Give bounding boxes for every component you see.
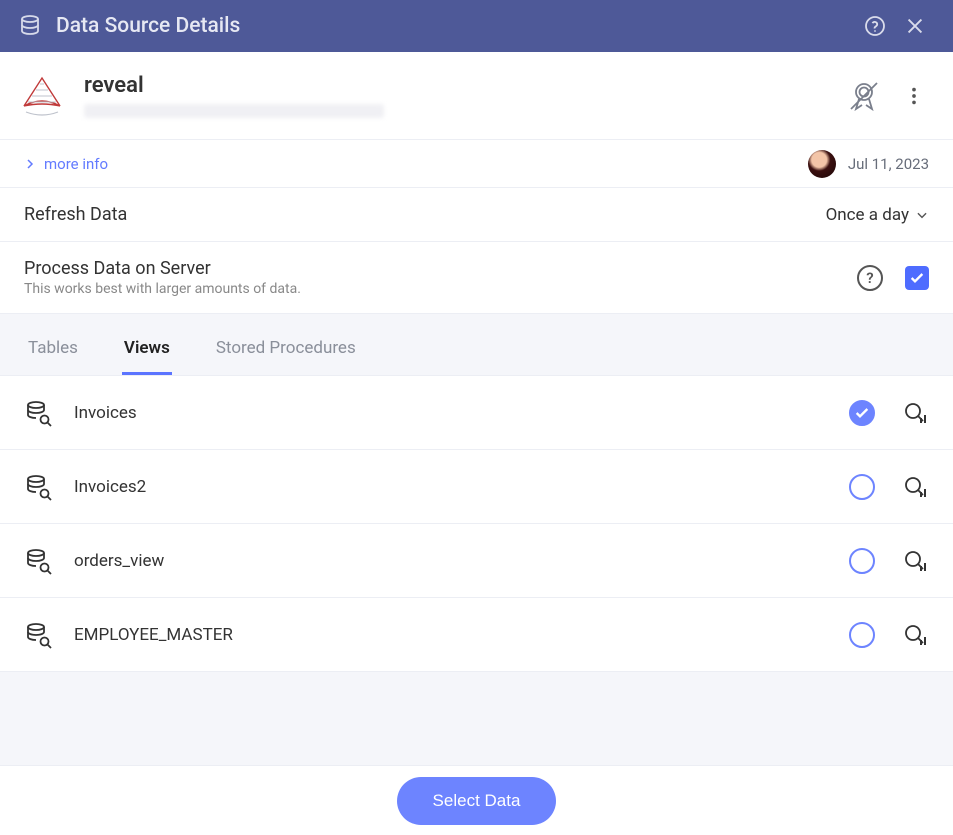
process-on-server-row: Process Data on Server This works best w… [0, 242, 953, 314]
view-name: Invoices [74, 403, 849, 423]
view-select-radio[interactable] [849, 622, 875, 648]
view-select-radio[interactable] [849, 548, 875, 574]
more-options-icon[interactable] [903, 85, 925, 107]
datasource-header: reveal [0, 52, 953, 140]
preview-data-icon[interactable] [901, 547, 929, 575]
refresh-value-dropdown[interactable]: Once a day [826, 205, 929, 225]
view-icon [24, 621, 52, 649]
view-row[interactable]: Invoices2 [0, 450, 953, 524]
view-select-radio[interactable] [849, 400, 875, 426]
help-icon[interactable] [855, 6, 895, 46]
view-name: orders_view [74, 551, 849, 571]
preview-data-icon[interactable] [901, 621, 929, 649]
datasource-connection-string [84, 104, 384, 118]
view-row[interactable]: orders_view [0, 524, 953, 598]
process-on-server-label: Process Data on Server [24, 258, 857, 279]
process-on-server-help-icon[interactable]: ? [857, 265, 883, 291]
view-icon [24, 473, 52, 501]
views-list: Invoices Invoices2 [0, 376, 953, 672]
process-on-server-sublabel: This works best with larger amounts of d… [24, 281, 857, 297]
view-row[interactable]: Invoices [0, 376, 953, 450]
preview-data-icon[interactable] [901, 399, 929, 427]
database-icon [18, 14, 42, 38]
process-on-server-checkbox[interactable] [905, 266, 929, 290]
tab-tables[interactable]: Tables [26, 320, 80, 375]
more-info-link[interactable]: more info [24, 155, 108, 173]
select-data-button[interactable]: Select Data [397, 777, 557, 825]
refresh-data-row[interactable]: Refresh Data Once a day [0, 188, 953, 242]
tab-views[interactable]: Views [122, 320, 172, 375]
footer: Select Data [0, 765, 953, 835]
view-select-radio[interactable] [849, 474, 875, 500]
tab-stored-procedures[interactable]: Stored Procedures [214, 320, 358, 375]
preview-data-icon[interactable] [901, 473, 929, 501]
datasource-name: reveal [84, 73, 384, 99]
view-icon [24, 399, 52, 427]
info-row: more info Jul 11, 2023 [0, 140, 953, 188]
creator-avatar[interactable] [808, 150, 836, 178]
certification-icon[interactable] [847, 79, 881, 113]
view-name: Invoices2 [74, 477, 849, 497]
dialog-title: Data Source Details [56, 14, 855, 38]
modified-date: Jul 11, 2023 [848, 155, 929, 173]
sqlserver-icon [18, 72, 66, 120]
more-info-label: more info [44, 155, 108, 173]
view-row[interactable]: EMPLOYEE_MASTER [0, 598, 953, 672]
view-icon [24, 547, 52, 575]
view-name: EMPLOYEE_MASTER [74, 625, 849, 645]
refresh-label: Refresh Data [24, 204, 826, 225]
titlebar: Data Source Details [0, 0, 953, 52]
tabs-bar: Tables Views Stored Procedures [0, 314, 953, 376]
close-icon[interactable] [895, 6, 935, 46]
